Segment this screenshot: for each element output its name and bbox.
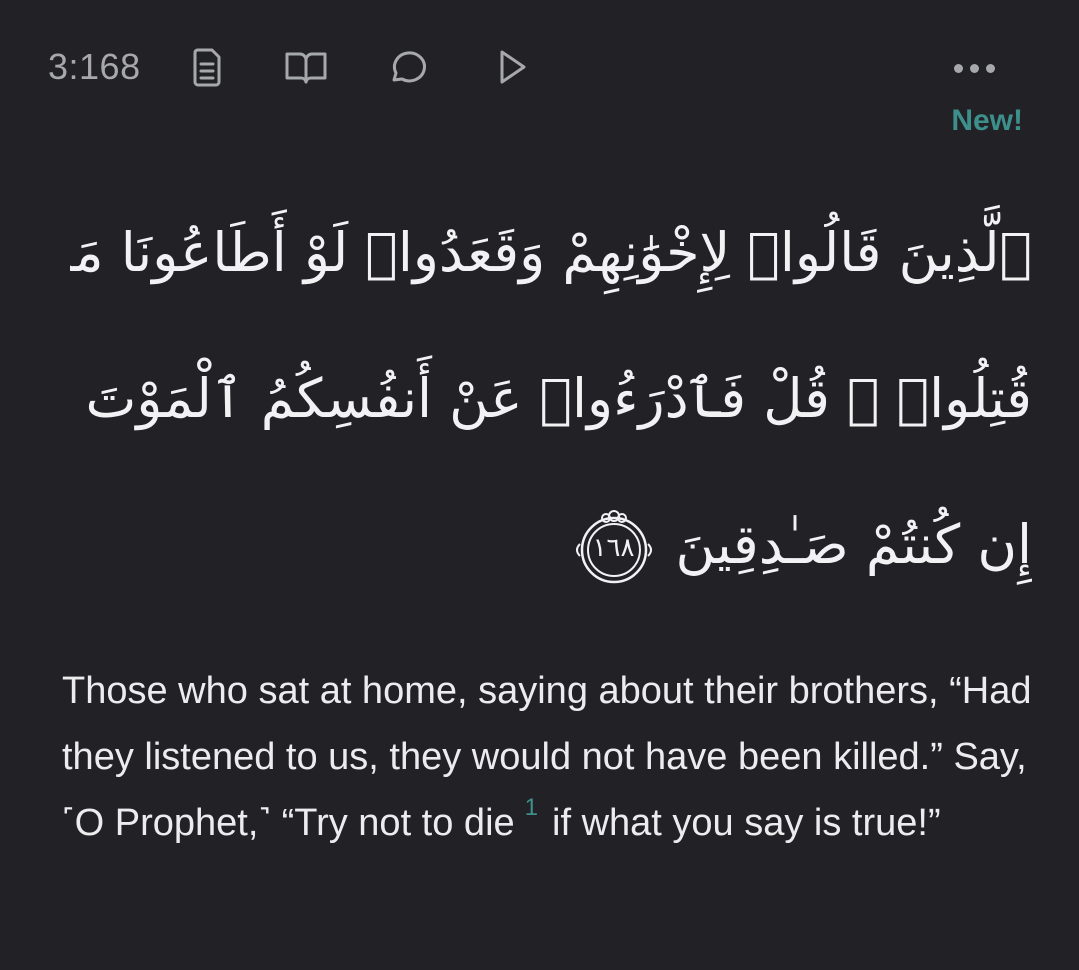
arabic-line-last: إِن كُنتُمْ صَـٰدِقِينَ ١٦٨: [70, 472, 1032, 618]
translation-text: Those who sat at home, saying about thei…: [62, 658, 1052, 856]
verse-screen: 3:168 New! ٱلَّذِينَ قَالُوا۟ لِإِخْوَٰن…: [0, 0, 1079, 970]
arabic-line-text: إِن كُنتُمْ صَـٰدِقِينَ: [675, 513, 1032, 576]
ayah-number: ١٦٨: [592, 533, 635, 564]
more-dot: [969, 63, 979, 73]
more-dot: [985, 63, 995, 73]
verse-key[interactable]: 3:168: [48, 46, 141, 88]
verse-toolbar: 3:168: [0, 30, 1079, 104]
arabic-verse: ٱلَّذِينَ قَالُوا۟ لِإِخْوَٰنِهِمْ وَقَع…: [70, 180, 1032, 618]
play-icon[interactable]: [489, 44, 535, 90]
book-open-icon[interactable]: [283, 44, 329, 90]
more-dot: [953, 63, 963, 73]
new-badge[interactable]: New!: [951, 104, 1023, 138]
arabic-line: قُتِلُوا۟ ۗ قُلْ فَٱدْرَءُوا۟ عَنْ أَنفُ…: [85, 367, 1032, 430]
ayah-end-marker: ١٦٨: [572, 506, 656, 590]
footnote-marker[interactable]: 1: [525, 794, 538, 821]
document-icon[interactable]: [184, 44, 230, 90]
arabic-line: ٱلَّذِينَ قَالُوا۟ لِإِخْوَٰنِهِمْ وَقَع…: [70, 221, 1032, 284]
translation-part: if what you say is true!”: [552, 802, 941, 844]
comment-icon[interactable]: [385, 44, 431, 90]
more-icon[interactable]: [944, 48, 1004, 88]
